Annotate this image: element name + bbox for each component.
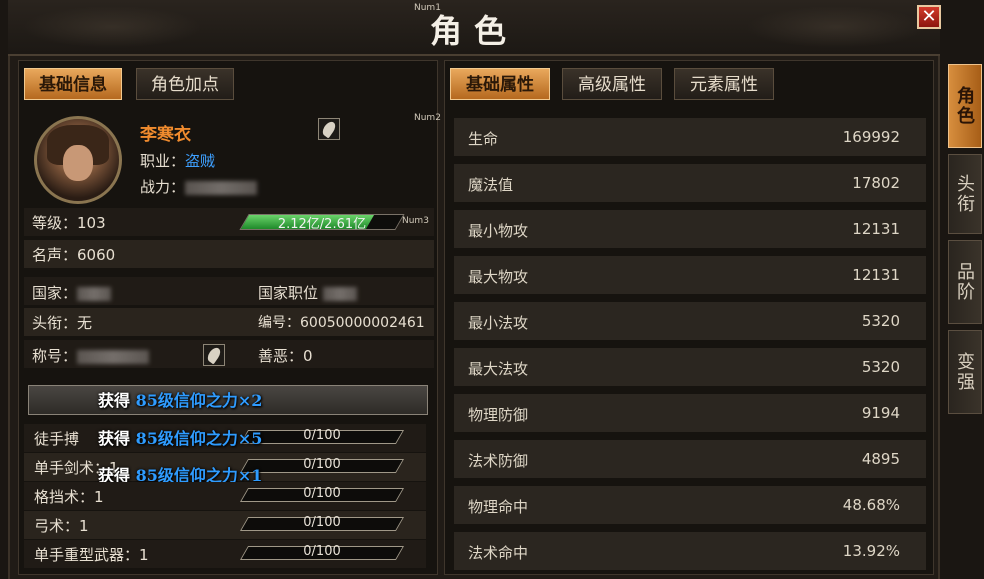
karma-text: 善恶：0 [258,347,313,365]
country-row: 国家： [32,282,112,303]
tab-advanced-attributes[interactable]: 高级属性 [562,68,662,100]
stat-row: 法术命中 13.92% [454,532,926,574]
tab-basic-attributes[interactable]: 基础属性 [450,68,550,100]
job-label: 职业： [140,152,186,170]
skill-name: 弓术：1 [34,517,89,535]
stat-name: 最小物攻 [468,222,529,240]
power-label: 战力： [140,178,186,196]
level-text: 等级：103 [32,214,106,232]
serial-text: 编号：60050000002461 [258,315,425,331]
skill-progress-value: 0/100 [303,428,341,443]
stat-value: 4895 [861,450,900,468]
stat-name: 最小法攻 [468,314,529,332]
stat-row: 最大物攻 12131 [454,256,926,298]
stat-value: 169992 [842,128,900,146]
side-tab-character[interactable]: 角色 [948,64,982,148]
stat-name: 生命 [468,130,499,148]
tab-element-attributes[interactable]: 元素属性 [674,68,774,100]
stat-row: 法术防御 4895 [454,440,926,482]
skill-name: 格挡术：1 [34,488,104,506]
alias-value-hidden [77,349,150,364]
stat-name: 法术命中 [468,544,529,562]
side-tab-title[interactable]: 头衔 [948,154,982,234]
close-button[interactable]: ✕ [917,5,941,29]
stat-name: 物理防御 [468,406,529,424]
exp-text: 2.12亿/2.61亿 [277,217,367,232]
skill-name: 徒手搏 [34,430,80,448]
stat-row: 最小法攻 5320 [454,302,926,344]
title-bar: 角色 [8,0,940,56]
num-label-1: Num1 [414,3,441,13]
gain-message: 获得 85级信仰之力×5 [98,429,263,448]
stat-name: 最大物攻 [468,268,529,286]
stat-value: 13.92% [842,542,900,560]
stat-value: 17802 [852,174,900,192]
stat-row: 魔法值 17802 [454,164,926,206]
rank-title-text: 头衔：无 [32,314,93,332]
alias-row: 称号： [32,345,150,366]
edit-name-icon[interactable] [318,118,340,140]
tab-attribute-points[interactable]: 角色加点 [136,68,234,100]
stat-row: 最大法攻 5320 [454,348,926,390]
stat-row: 生命 169992 [454,118,926,160]
gain-message-header: 获得 85级信仰之力×2 [98,387,262,411]
side-tab-grade[interactable]: 品阶 [948,240,982,324]
skill-progress-value: 0/100 [303,486,341,501]
edit-alias-icon[interactable] [203,344,225,366]
avatar [34,116,122,204]
skill-progress-value: 0/100 [303,544,341,559]
stat-name: 魔法值 [468,176,514,194]
character-name: 李寒衣 [140,125,191,145]
country-value-hidden [77,286,112,301]
stat-name: 最大法攻 [468,360,529,378]
avatar-face [63,145,93,181]
num-label-3: Num3 [402,216,429,226]
stat-value: 12131 [852,220,900,238]
country-label: 国家： [32,284,78,302]
country-post-value-hidden [322,286,357,301]
country-post-row: 国家职位 [258,282,357,303]
stat-row: 物理防御 9194 [454,394,926,436]
skill-progress-value: 0/100 [303,457,341,472]
stat-name: 物理命中 [468,498,529,516]
country-post-label: 国家职位 [258,284,319,302]
skill-name: 单手重型武器：1 [34,546,149,564]
side-tab-upgrade[interactable]: 变强 [948,330,982,414]
tab-basic-info[interactable]: 基础信息 [24,68,122,100]
window-title: 角色 [429,12,518,50]
stat-row: 物理命中 48.68% [454,486,926,528]
num-label-2: Num2 [414,113,441,123]
alias-label: 称号： [32,347,78,365]
power-value-hidden [185,180,258,195]
gain-message-header-text: 获得 85级信仰之力×2 [98,391,263,410]
fame-text: 名声：6060 [32,246,116,264]
stat-value: 9194 [861,404,900,422]
stat-name: 法术防御 [468,452,529,470]
stat-value: 5320 [861,312,900,330]
stat-value: 5320 [861,358,900,376]
job-row: 职业：盗贼 [140,150,215,171]
skill-progress-value: 0/100 [303,515,341,530]
stat-row: 最小物攻 12131 [454,210,926,252]
stat-value: 12131 [852,266,900,284]
stat-value: 48.68% [842,496,900,514]
job-value: 盗贼 [185,152,216,170]
power-row: 战力： [140,176,258,197]
